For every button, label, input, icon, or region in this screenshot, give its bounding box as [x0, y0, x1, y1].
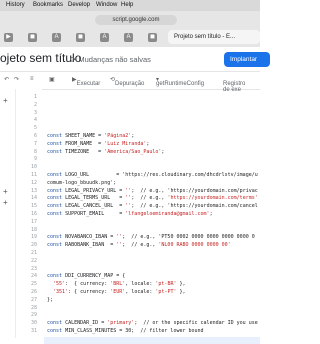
code-line[interactable]: const SUPPORT_EMAIL = 'lfangeloemiranda@…: [47, 211, 213, 217]
code-line[interactable]: const DDI_CURRENCY_MAP = {: [47, 273, 125, 279]
code-line[interactable]: comum-logo_bbuudk.png';: [47, 180, 116, 186]
line-number: 24: [30, 273, 37, 280]
debug-button[interactable]: ⟲ Depuração: [110, 76, 144, 87]
function-label: getRuntimeConfig: [156, 81, 205, 87]
browser-tabbar: script.google.com ▶ ◼ A ◼ A A ◼ Projeto …: [0, 11, 260, 47]
code-line[interactable]: const LEGAL_PRIVACY_URL = ''; // e.g., '…: [47, 188, 258, 194]
tab-icon[interactable]: A: [124, 33, 133, 42]
address-bar[interactable]: script.google.com: [95, 15, 177, 25]
line-number: 20: [30, 242, 37, 249]
line-number: 7: [33, 140, 37, 147]
line-number: 4: [33, 117, 37, 124]
tab-icon[interactable]: ◼: [148, 33, 157, 42]
redo-icon[interactable]: ↷: [14, 76, 19, 83]
line-number: 8: [33, 148, 37, 155]
code-line[interactable]: const FROM_NAME = 'Luiz Miranda';: [47, 141, 149, 147]
current-line-highlight: [44, 337, 260, 344]
menu-bookmarks[interactable]: Bookmarks: [33, 0, 63, 11]
line-number: 30: [30, 320, 37, 327]
line-number: 23: [30, 265, 37, 272]
line-number: 6: [33, 133, 37, 139]
tab-icon[interactable]: ▶: [4, 33, 13, 42]
line-number: 17: [30, 218, 37, 225]
line-number: 10: [30, 164, 37, 171]
add-library-icon[interactable]: +: [3, 187, 8, 196]
code-line[interactable]: '55': { currency: 'BRL', locale: 'pt-BR'…: [47, 281, 185, 287]
code-line[interactable]: const LOGO_URL = 'https://res.cloudinary…: [47, 172, 258, 178]
line-number: 25: [30, 281, 37, 288]
code-line[interactable]: const LEGAL_TERMS_URL = ''; // e.g., 'ht…: [47, 195, 258, 201]
line-number: 31: [30, 328, 37, 334]
line-number: 29: [30, 312, 37, 319]
line-number: 2: [33, 101, 37, 108]
line-number: 16: [30, 211, 37, 217]
add-service-icon[interactable]: +: [3, 198, 8, 207]
debug-label: Depuração: [115, 81, 145, 87]
code-line[interactable]: const NOVABANCO_IBAN = ''; // e.g., 'PT5…: [47, 234, 255, 240]
add-file-icon[interactable]: +: [3, 96, 8, 105]
menu-window[interactable]: Window: [96, 0, 117, 11]
line-number: 3: [33, 109, 37, 116]
tab-title: Projeto sem título - E...: [174, 34, 236, 40]
function-select[interactable]: getRuntimeConfig ▾: [156, 76, 204, 87]
app-header: ojeto sem título ⟳ Mudanças não salvas I…: [0, 47, 270, 72]
code-line[interactable]: const RABOBANK_IBAN = ''; // e.g., 'NL00…: [47, 242, 231, 248]
line-number: 18: [30, 226, 37, 233]
code-line[interactable]: '351': { currency: 'EUR', locale: 'pt-PT…: [47, 289, 186, 295]
menu-history[interactable]: History: [6, 0, 25, 11]
format-icon[interactable]: ≡: [30, 76, 34, 82]
code-line[interactable]: const SHEET_NAME = 'Página2';: [47, 133, 134, 139]
line-number: 13: [30, 187, 37, 194]
menu-develop[interactable]: Develop: [68, 0, 90, 11]
status-text: Mudanças não salvas: [78, 55, 151, 64]
deploy-button[interactable]: Implantar: [224, 52, 270, 67]
line-number: 19: [30, 234, 37, 241]
tab-icon[interactable]: ◼: [76, 33, 85, 42]
code-line[interactable]: const TIMEZONE = 'America/Sao_Paulo';: [47, 149, 164, 155]
run-button[interactable]: ▶ Executar: [72, 76, 100, 87]
log-label: Registro de exe: [223, 81, 246, 93]
line-number: 27: [30, 296, 37, 303]
line-number: 1: [33, 94, 37, 100]
save-icon[interactable]: ▣: [49, 76, 55, 83]
status-badge: ⟳ Mudanças não salvas: [70, 55, 151, 64]
code-line[interactable]: const CALENDAR_ID = 'primary'; // or the…: [47, 320, 258, 326]
active-tab[interactable]: Projeto sem título - E...: [168, 30, 260, 44]
line-number: 11: [30, 172, 37, 178]
line-number: 14: [30, 195, 37, 202]
code-line[interactable]: const LEGAL_CANCEL_URL = ''; // e.g., 'h…: [47, 203, 258, 209]
run-label: Executar: [76, 81, 101, 87]
line-number: 28: [30, 304, 37, 311]
code-line[interactable]: };: [47, 297, 53, 303]
undo-icon[interactable]: ↶: [4, 76, 9, 83]
editor-toolbar: ↶ ↷ ≡ ▣ ▶ Executar ⟲ Depuração getRuntim…: [0, 71, 260, 93]
line-number: 5: [33, 125, 37, 132]
line-number: 15: [30, 203, 37, 210]
tab-icon[interactable]: A: [52, 33, 61, 42]
tab-icon[interactable]: ◼: [28, 33, 37, 42]
line-number: 21: [30, 250, 37, 256]
line-number: 9: [33, 156, 37, 163]
menubar: History Bookmarks Develop Window Help: [0, 0, 260, 11]
line-number: 12: [30, 179, 37, 186]
line-number: 22: [30, 257, 37, 264]
tab-icon[interactable]: A: [100, 33, 109, 42]
left-panel: + + +: [0, 89, 16, 338]
line-number: 26: [30, 289, 37, 295]
sync-icon: ⟳: [70, 55, 77, 64]
menu-help[interactable]: Help: [121, 0, 133, 11]
code-line[interactable]: const MIN_CLASS_MINUTES = 30; // filter …: [47, 328, 204, 334]
